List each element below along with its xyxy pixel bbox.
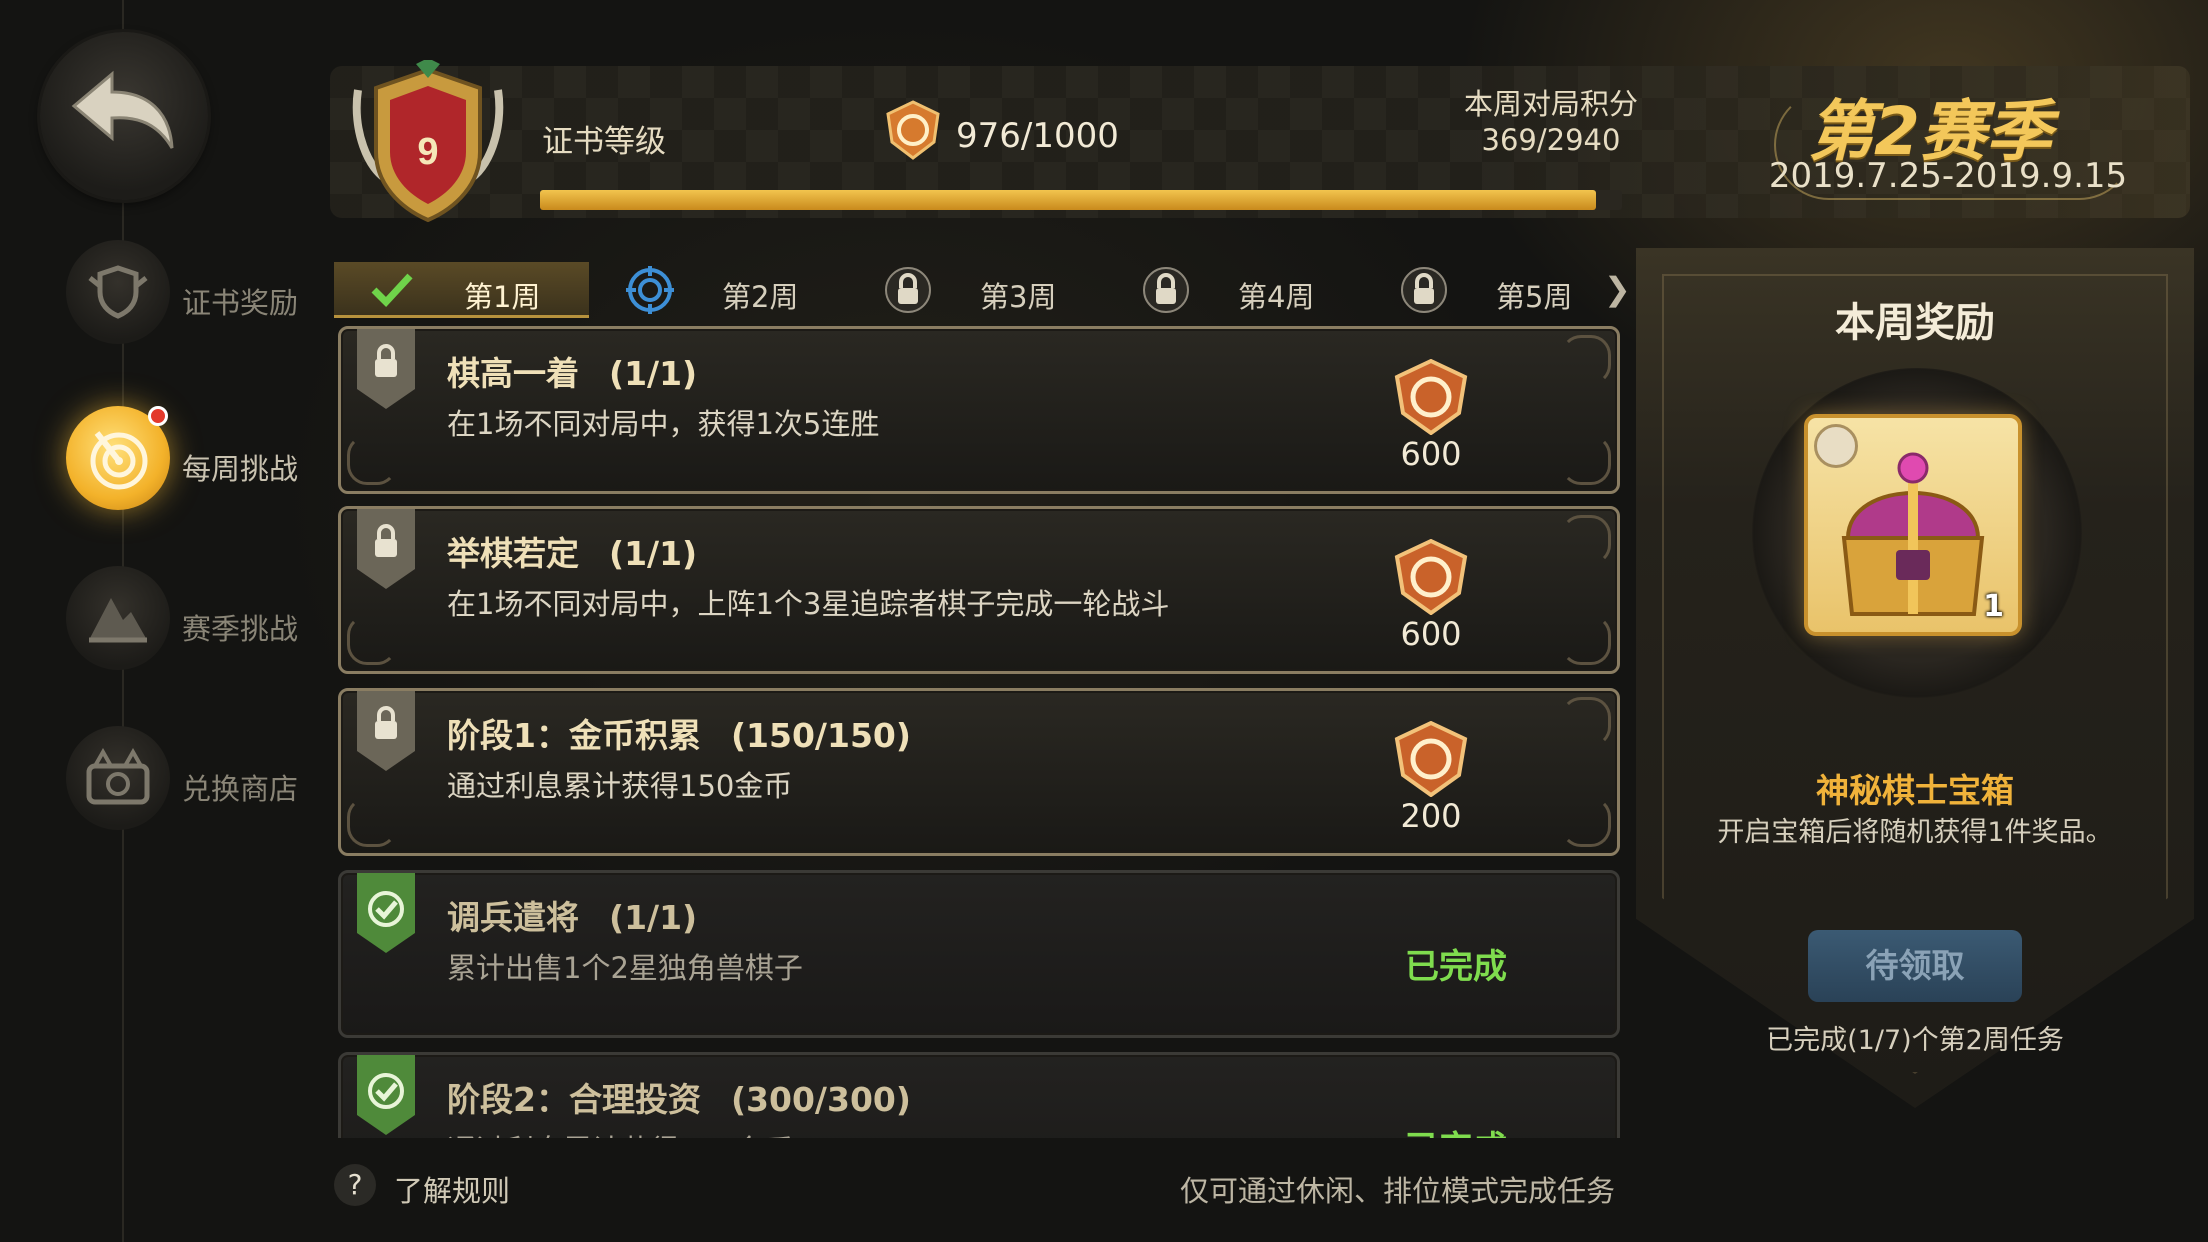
task-title: 棋高一着 (1/1) [447,354,698,393]
task-title: 阶段1：金币积累 (150/150) [447,716,911,755]
sidebar-item-exchange-shop[interactable]: 兑换商店 [62,726,322,836]
task-count: (1/1) [609,534,698,573]
shield-icon [66,240,170,344]
sidebar-item-label: 每周挑战 [182,452,299,486]
cert-level-label: 证书等级 [542,124,666,160]
mountain-icon [66,566,170,670]
lock-badge-icon [357,691,415,771]
weekly-points-value: 369/2940 [1481,123,1621,157]
task-title: 调兵遣将 (1/1) [447,898,698,937]
chevron-right-icon[interactable]: ❯ [1604,270,1631,308]
season-badge: 第2赛季 2019.7.25-2019.9.15 [1768,70,2140,202]
task-desc: 在1场不同对局中，上阵1个3星追踪者棋子完成一轮战斗 [447,587,1170,621]
check-badge-icon [357,873,415,953]
tab-label: 第5周 [1496,280,1573,314]
item-count: 1 [1983,589,2004,624]
medal-icon [1394,358,1468,436]
task-card[interactable]: 棋高一着 (1/1) 在1场不同对局中，获得1次5连胜 600 [338,326,1620,494]
task-count: (1/1) [609,898,698,937]
task-title: 阶段2：合理投资 (300/300) [447,1080,911,1119]
target-icon [626,266,674,314]
cert-level-number: 9 [417,131,438,173]
task-card[interactable]: 调兵遣将 (1/1) 累计出售1个2星独角兽棋子 已完成 [338,870,1620,1038]
tab-label: 第3周 [980,280,1057,314]
cert-level-crest: 9 [352,60,504,223]
lock-badge-icon [357,509,415,589]
task-card[interactable]: 举棋若定 (1/1) 在1场不同对局中，上阵1个3星追踪者棋子完成一轮战斗 600 [338,506,1620,674]
medal-icon [886,100,940,160]
medal-icon [1394,538,1468,616]
claim-button[interactable]: 待领取 [1808,930,2022,1002]
tab-week-4[interactable]: 第4周 [1108,262,1363,318]
task-reward: 600 [1371,538,1491,653]
check-badge-icon [357,1055,415,1135]
lock-icon [884,266,932,314]
weekly-points-label: 本周对局积分 [1463,87,1638,121]
task-completed-label: 已完成 [1405,1121,1507,1138]
task-desc: 通过利息累计获得300金币 [447,1127,792,1138]
lock-icon [1142,266,1190,314]
task-count: (300/300) [730,1080,911,1119]
sidebar-item-label: 赛季挑战 [182,612,299,646]
rules-link[interactable]: 了解规则 [394,1168,510,1210]
tab-week-2[interactable]: 第2周 [592,262,847,318]
week-tabs: 第1周 第2周 第3周 第4周 第5周 [334,262,1634,318]
task-reward: 600 [1371,358,1491,473]
reward-item[interactable]: 1 [1804,414,2022,636]
help-icon[interactable]: ? [334,1164,376,1206]
task-reward: 200 [1371,720,1491,835]
task-card[interactable]: 阶段2：合理投资(300/300) 通过利息累计获得300金币 已完成 [338,1052,1620,1138]
cert-progress-bar [540,190,1622,210]
medal-icon [1394,720,1468,798]
cert-progress-text: 976/1000 [956,116,1119,156]
lock-badge-icon [357,329,415,409]
panel-title: 本周奖励 [1835,300,1995,346]
task-list[interactable]: 棋高一着 (1/1) 在1场不同对局中，获得1次5连胜 600 举棋若定 (1/1)… [334,326,1624,1138]
tab-week-5[interactable]: 第5周 [1366,262,1621,318]
cert-progress-fill [540,190,1597,210]
mode-note: 仅可通过休闲、排位模式完成任务 [1180,1174,1616,1208]
shop-icon [66,726,170,830]
task-count: (1/1) [609,354,698,393]
back-button[interactable] [40,32,208,200]
week-task-progress: 已完成(1/7)个第2周任务 [1766,1025,2064,1056]
task-desc: 通过利息累计获得150金币 [447,769,793,803]
back-arrow-icon [71,70,174,149]
tab-label: 第2周 [722,280,799,314]
sidebar-item-season-challenge[interactable]: 赛季挑战 [62,566,322,676]
tab-label: 第4周 [1238,280,1315,314]
prize-desc: 开启宝箱后将随机获得1件奖品。 [1717,817,2113,848]
tab-label: 第1周 [464,280,541,314]
lock-icon [1400,266,1448,314]
notification-dot [148,406,168,426]
reward-points: 600 [1400,435,1462,473]
task-completed-label: 已完成 [1405,947,1507,987]
tab-week-1[interactable]: 第1周 [334,262,589,318]
sidebar-item-label: 证书奖励 [182,286,299,320]
tab-week-3[interactable]: 第3周 [850,262,1105,318]
reward-points: 600 [1400,615,1462,653]
task-count: (150/150) [730,716,911,755]
task-desc: 在1场不同对局中，获得1次5连胜 [447,407,880,441]
task-title: 举棋若定 (1/1) [447,534,698,573]
task-card[interactable]: 阶段1：金币积累 (150/150) 通过利息累计获得150金币 200 [338,688,1620,856]
sidebar-item-weekly-challenge[interactable]: 每周挑战 [62,406,322,516]
check-icon [368,266,416,314]
reward-points: 200 [1400,797,1462,835]
task-desc: 累计出售1个2星独角兽棋子 [447,951,803,985]
sidebar-item-label: 兑换商店 [182,772,299,806]
sidebar-item-cert-rewards[interactable]: 证书奖励 [62,240,322,350]
prize-name: 神秘棋士宝箱 [1816,771,2014,810]
weekly-points: 本周对局积分 369/2940 [1416,86,1686,158]
season-range: 2019.7.25-2019.9.15 [1768,156,2128,196]
